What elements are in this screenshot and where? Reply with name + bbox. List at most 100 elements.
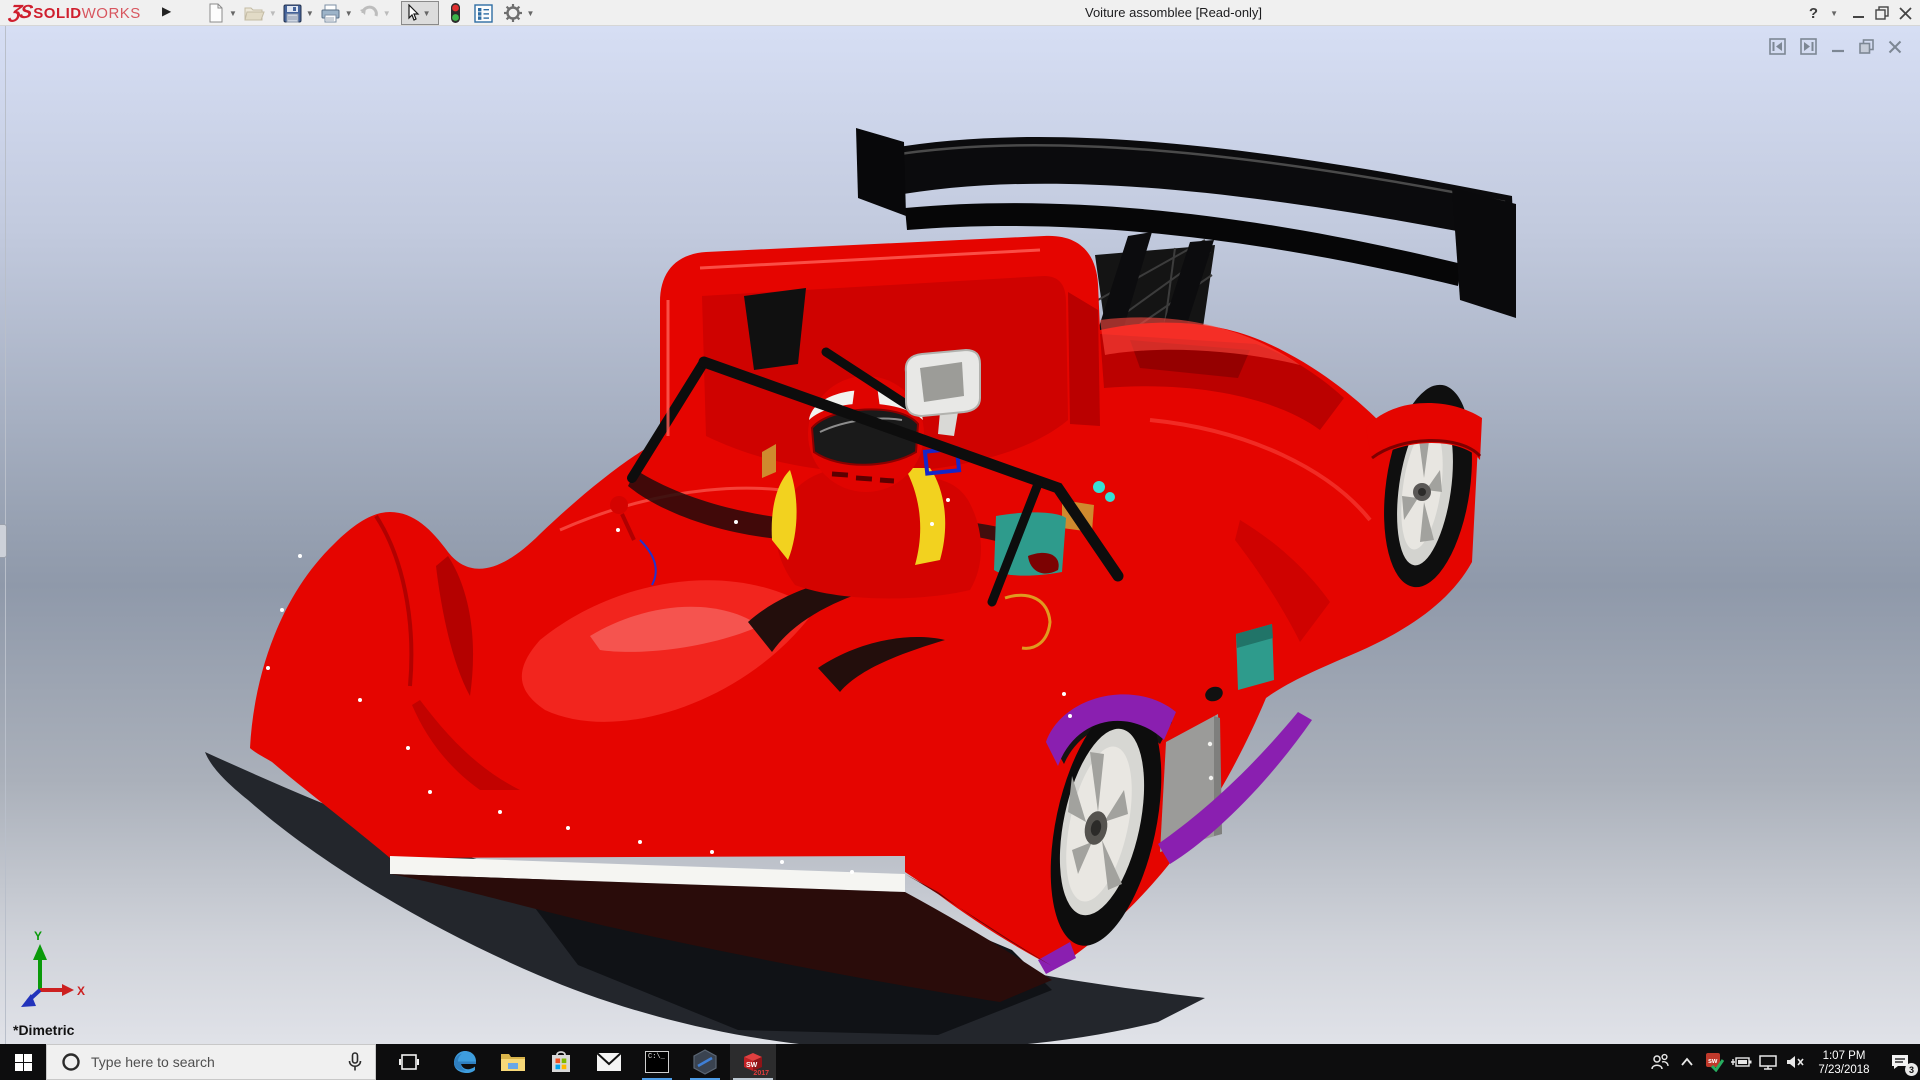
people-icon xyxy=(1650,1053,1670,1071)
new-document-button[interactable] xyxy=(205,1,227,25)
quick-access-toolbar: ▼ ▼ ▼ xyxy=(205,0,538,26)
solidworks-monitor-tray[interactable]: sw xyxy=(1700,1044,1727,1080)
task-view-button[interactable] xyxy=(386,1044,432,1080)
undo-icon xyxy=(359,4,379,22)
evaluate-button[interactable] xyxy=(472,1,495,25)
taskbar-item-hexagon-app[interactable] xyxy=(682,1044,728,1080)
battery-icon xyxy=(1729,1055,1753,1069)
view-orientation-label: *Dimetric xyxy=(13,1022,74,1038)
power-status[interactable] xyxy=(1727,1044,1754,1080)
pane-back-button[interactable] xyxy=(1769,38,1786,55)
side-mirror xyxy=(610,496,628,514)
taskbar-item-file-explorer[interactable] xyxy=(490,1044,536,1080)
cyan-detail xyxy=(1093,481,1105,493)
taskbar-item-store[interactable] xyxy=(538,1044,584,1080)
file-explorer-icon xyxy=(500,1051,526,1073)
3d-viewport[interactable]: Y X xyxy=(0,0,1920,1080)
pane-forward-button[interactable] xyxy=(1800,38,1817,55)
taskbar-item-solidworks[interactable]: SW 2017 xyxy=(730,1044,776,1080)
edge-icon xyxy=(452,1049,478,1075)
save-button[interactable] xyxy=(281,1,304,25)
help-caret-icon[interactable]: ▼ xyxy=(1830,9,1838,18)
new-document-caret-icon[interactable]: ▼ xyxy=(229,9,237,18)
solidworks-icon: SW 2017 xyxy=(741,1050,765,1074)
help-button[interactable]: ? xyxy=(1809,1,1818,25)
sw-check-icon: sw xyxy=(1704,1052,1724,1072)
undo-caret-icon[interactable]: ▼ xyxy=(383,9,391,18)
people-button[interactable] xyxy=(1646,1044,1673,1080)
stoplight-button[interactable] xyxy=(447,1,464,25)
windows-taskbar: C:\_ SW 2017 xyxy=(0,1044,1920,1080)
window-title: Voiture assomblee [Read-only] xyxy=(1085,5,1262,20)
restore-button[interactable] xyxy=(1875,1,1889,25)
open-caret-icon[interactable]: ▼ xyxy=(269,9,277,18)
new-document-icon xyxy=(207,3,225,23)
minimize-button[interactable] xyxy=(1852,1,1865,25)
windows-logo-icon xyxy=(15,1054,32,1071)
minimize-icon xyxy=(1852,7,1865,20)
gear-icon xyxy=(503,3,523,23)
close-icon xyxy=(1899,7,1912,20)
doc-restore-button[interactable] xyxy=(1859,39,1874,54)
print-button[interactable] xyxy=(318,1,343,25)
feature-tree-splitter-handle[interactable] xyxy=(0,524,7,558)
doc-close-button[interactable] xyxy=(1888,40,1902,54)
desktop: ƷS SOLID WORKS ▶ ▼ ▼ xyxy=(0,0,1920,1080)
menu-expand-arrow-icon[interactable]: ▶ xyxy=(162,4,171,18)
network-status[interactable] xyxy=(1754,1044,1781,1080)
save-icon xyxy=(283,4,302,23)
taskbar-search[interactable] xyxy=(46,1044,376,1080)
taskbar-item-edge[interactable] xyxy=(442,1044,488,1080)
open-button[interactable] xyxy=(241,1,267,25)
task-view-icon xyxy=(398,1051,420,1073)
select-tool-button[interactable]: ▼ xyxy=(401,1,439,25)
search-input[interactable] xyxy=(91,1054,321,1070)
document-window-controls xyxy=(1769,38,1902,55)
chevron-up-icon xyxy=(1680,1057,1694,1067)
system-tray: sw xyxy=(1646,1044,1920,1080)
svg-text:sw: sw xyxy=(1708,1058,1718,1065)
select-cursor-icon xyxy=(405,4,421,22)
doc-minimize-button[interactable] xyxy=(1831,40,1845,54)
store-icon xyxy=(549,1049,573,1075)
taskbar-clock[interactable]: 1:07 PM 7/23/2018 xyxy=(1808,1047,1880,1077)
cockpit-intake xyxy=(744,288,806,370)
taskbar-item-command-prompt[interactable]: C:\_ xyxy=(634,1044,680,1080)
print-caret-icon[interactable]: ▼ xyxy=(345,9,353,18)
sw-year: 2017 xyxy=(753,1070,769,1077)
show-hidden-icons-button[interactable] xyxy=(1673,1044,1700,1080)
options-button[interactable] xyxy=(501,1,525,25)
action-center-button[interactable]: 3 xyxy=(1880,1044,1920,1080)
orientation-triad: Y X xyxy=(21,929,85,1007)
print-icon xyxy=(320,4,341,23)
triad-x-label: X xyxy=(77,984,85,998)
taskbar-item-mail[interactable] xyxy=(586,1044,632,1080)
cortana-icon xyxy=(61,1052,81,1072)
volume-status[interactable] xyxy=(1781,1044,1808,1080)
clock-date: 7/23/2018 xyxy=(1808,1063,1880,1077)
mail-icon xyxy=(596,1052,622,1072)
command-prompt-icon: C:\_ xyxy=(645,1051,669,1073)
sw-letters: SW xyxy=(746,1062,758,1069)
command-prompt-label: C:\_ xyxy=(648,1053,665,1061)
options-caret-icon[interactable]: ▼ xyxy=(527,9,535,18)
triad-y-label: Y xyxy=(34,929,42,943)
clock-time: 1:07 PM xyxy=(1808,1049,1880,1063)
window-controls: ? ▼ xyxy=(1809,0,1912,26)
cyan-detail xyxy=(1105,492,1115,502)
start-button[interactable] xyxy=(0,1044,46,1080)
solidworks-logo-glyph: ƷS xyxy=(8,2,33,24)
solidworks-logo-bold: SOLID xyxy=(33,5,81,22)
microphone-icon[interactable] xyxy=(347,1052,363,1072)
hexagon-app-icon xyxy=(692,1049,718,1075)
close-button[interactable] xyxy=(1899,1,1912,25)
save-caret-icon[interactable]: ▼ xyxy=(306,9,314,18)
notification-badge: 3 xyxy=(1905,1063,1918,1076)
undo-button[interactable] xyxy=(357,1,381,25)
graphics-area[interactable]: Y X xyxy=(0,26,1920,1044)
speaker-muted-icon xyxy=(1785,1054,1805,1070)
stoplight-icon xyxy=(449,2,462,24)
solidworks-logo: ƷS SOLID WORKS xyxy=(10,2,141,24)
open-icon xyxy=(243,4,265,22)
select-caret-icon[interactable]: ▼ xyxy=(423,9,431,18)
